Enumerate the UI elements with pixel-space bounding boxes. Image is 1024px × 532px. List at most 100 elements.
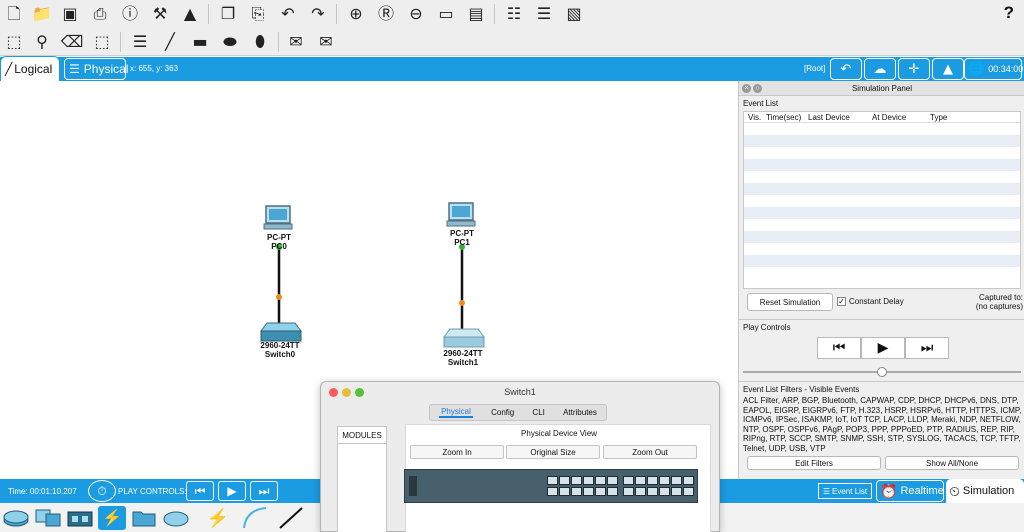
simple-pdu-icon[interactable]: ✉ [286, 32, 306, 52]
straight-through-cable-icon[interactable] [276, 506, 304, 530]
zoom-in-icon[interactable]: ⊕ [346, 4, 366, 24]
zoom-out-icon[interactable]: ⊖ [406, 4, 426, 24]
checkbox-checked-icon[interactable]: ✓ [837, 297, 846, 306]
zoom-reset-icon[interactable]: Ⓡ [376, 4, 396, 24]
screenshot-icon[interactable]: ▧ [564, 4, 584, 24]
speed-slider-handle[interactable] [877, 367, 887, 377]
physical-device-view: Physical Device View Zoom In Original Si… [404, 424, 711, 532]
tab-physical[interactable]: ☰ Physical [64, 58, 128, 80]
port [683, 476, 694, 485]
captured-to-label: Captured to: [978, 293, 1023, 302]
background-image-icon[interactable]: ▲ [932, 58, 964, 80]
router-category-icon[interactable] [2, 506, 30, 530]
play-controls-label: PLAY CONTROLS: [118, 487, 187, 496]
constant-delay-toggle[interactable]: ✓ Constant Delay [837, 297, 904, 306]
device-label-pc1[interactable]: PC-PT PC1 [437, 229, 487, 247]
cluster-cloud-icon[interactable]: ☁ [864, 58, 896, 80]
select-icon[interactable]: ⬚ [4, 32, 24, 52]
cloud-category-icon[interactable] [162, 506, 190, 530]
cluster-icon[interactable]: ☰ [534, 4, 554, 24]
drawing-palette-icon[interactable]: ▭ [436, 4, 456, 24]
root-breadcrumb[interactable]: [Root] [804, 64, 825, 73]
event-list-table[interactable]: Vis. Time(sec) Last Device At Device Typ… [743, 111, 1021, 289]
redo-icon[interactable]: ↷ [308, 4, 328, 24]
realtime-mode-tab[interactable]: ⏰ Realtime [876, 480, 944, 502]
bottom-play-button[interactable]: ▶ [218, 481, 246, 501]
zoom-in-button[interactable]: Zoom In [410, 445, 504, 459]
device-label-switch1[interactable]: 2960-24TT Switch1 [433, 349, 493, 367]
auto-connection-icon[interactable]: ⚡ [204, 506, 232, 530]
device-label-pc0[interactable]: PC-PT PC0 [254, 233, 304, 251]
table-row [744, 207, 1020, 219]
viewport-clock[interactable]: 🌐 00:34:00 [964, 58, 1023, 80]
step-back-button[interactable]: ⏮ [817, 337, 861, 359]
line-icon[interactable]: ╱ [160, 32, 180, 52]
resize-icon[interactable]: ⬚ [92, 32, 112, 52]
original-size-button[interactable]: Original Size [506, 445, 600, 459]
event-list-toggle[interactable]: ☰ Event List [818, 483, 872, 499]
physical-icon: ☰ [69, 62, 80, 76]
device-label-switch0[interactable]: 2960-24TT Switch0 [250, 341, 310, 359]
pc-icon [263, 205, 293, 230]
note-icon[interactable]: ☰ [130, 32, 150, 52]
device-name: Switch1 [447, 358, 479, 367]
undock-icon[interactable]: ○ [753, 84, 762, 93]
info-icon[interactable]: ⓘ [120, 4, 140, 24]
tab-logical[interactable]: ╱ Logical [0, 56, 60, 82]
reset-simulation-button[interactable]: Reset Simulation [747, 293, 833, 311]
show-all-none-button[interactable]: Show All/None [885, 456, 1019, 470]
switch-front-panel[interactable] [404, 469, 698, 503]
back-icon[interactable]: ↶ [830, 58, 862, 80]
col-at-device[interactable]: At Device [872, 113, 906, 122]
simulation-mode-tab[interactable]: ⏲ Simulation [946, 479, 1024, 503]
move-object-icon[interactable]: ✛ [898, 58, 930, 80]
wizard-icon[interactable]: ⚒ [150, 4, 170, 24]
step-forward-button[interactable]: ⏭ [905, 337, 949, 359]
col-type[interactable]: Type [930, 113, 947, 122]
help-button[interactable]: ? [1004, 3, 1014, 23]
port [607, 476, 618, 485]
tab-cli[interactable]: CLI [532, 408, 544, 417]
power-cycle-button[interactable]: ⏱ [88, 480, 116, 502]
tab-physical-config[interactable]: Physical [439, 407, 473, 418]
bottom-step-back-button[interactable]: ⏮ [186, 481, 214, 501]
undo-icon[interactable]: ↶ [278, 4, 298, 24]
freeform-icon[interactable]: ⬮ [250, 32, 270, 52]
open-icon[interactable]: 📁 [32, 4, 52, 24]
ellipse-icon[interactable]: ⬬ [220, 32, 240, 52]
paste-icon[interactable]: ⎘ [248, 4, 268, 24]
rectangle-icon[interactable]: ▬ [190, 32, 210, 52]
table-row [744, 231, 1020, 243]
minimize-window-icon[interactable] [342, 388, 351, 397]
col-vis[interactable]: Vis. [748, 113, 761, 122]
custom-device-icon[interactable]: ▤ [466, 4, 486, 24]
zoom-out-button[interactable]: Zoom Out [603, 445, 697, 459]
bottom-step-forward-button[interactable]: ⏭ [250, 481, 278, 501]
tab-config[interactable]: Config [491, 408, 514, 417]
folder-category-icon[interactable] [130, 506, 158, 530]
console-cable-icon[interactable] [240, 506, 268, 530]
modules-list[interactable]: MODULES [337, 426, 387, 532]
copy-icon[interactable]: ❐ [218, 4, 238, 24]
tab-attributes[interactable]: Attributes [563, 408, 597, 417]
col-time[interactable]: Time(sec) [766, 113, 801, 122]
delete-icon[interactable]: ⌫ [61, 32, 84, 52]
complex-pdu-icon[interactable]: ✉ [316, 32, 336, 52]
edit-filters-button[interactable]: Edit Filters [747, 456, 881, 470]
save-icon[interactable]: ▣ [60, 4, 80, 24]
close-icon[interactable]: × [742, 84, 751, 93]
port [595, 487, 606, 496]
play-button[interactable]: ▶ [861, 337, 905, 359]
print-icon[interactable]: ⎙ [90, 4, 110, 24]
maximize-window-icon[interactable] [355, 388, 364, 397]
end-device-category-icon[interactable] [34, 506, 62, 530]
new-icon[interactable]: 🗋 [4, 4, 24, 24]
inspect-icon[interactable]: ⚲ [32, 32, 52, 52]
device-name: PC0 [271, 242, 287, 251]
connections-category-icon[interactable]: ⚡ [98, 506, 126, 530]
close-window-icon[interactable] [329, 388, 338, 397]
col-last-device[interactable]: Last Device [808, 113, 850, 122]
network-info-icon[interactable]: ▲ [180, 4, 200, 24]
pdu-icon[interactable]: ☷ [504, 4, 524, 24]
components-category-icon[interactable] [66, 506, 94, 530]
